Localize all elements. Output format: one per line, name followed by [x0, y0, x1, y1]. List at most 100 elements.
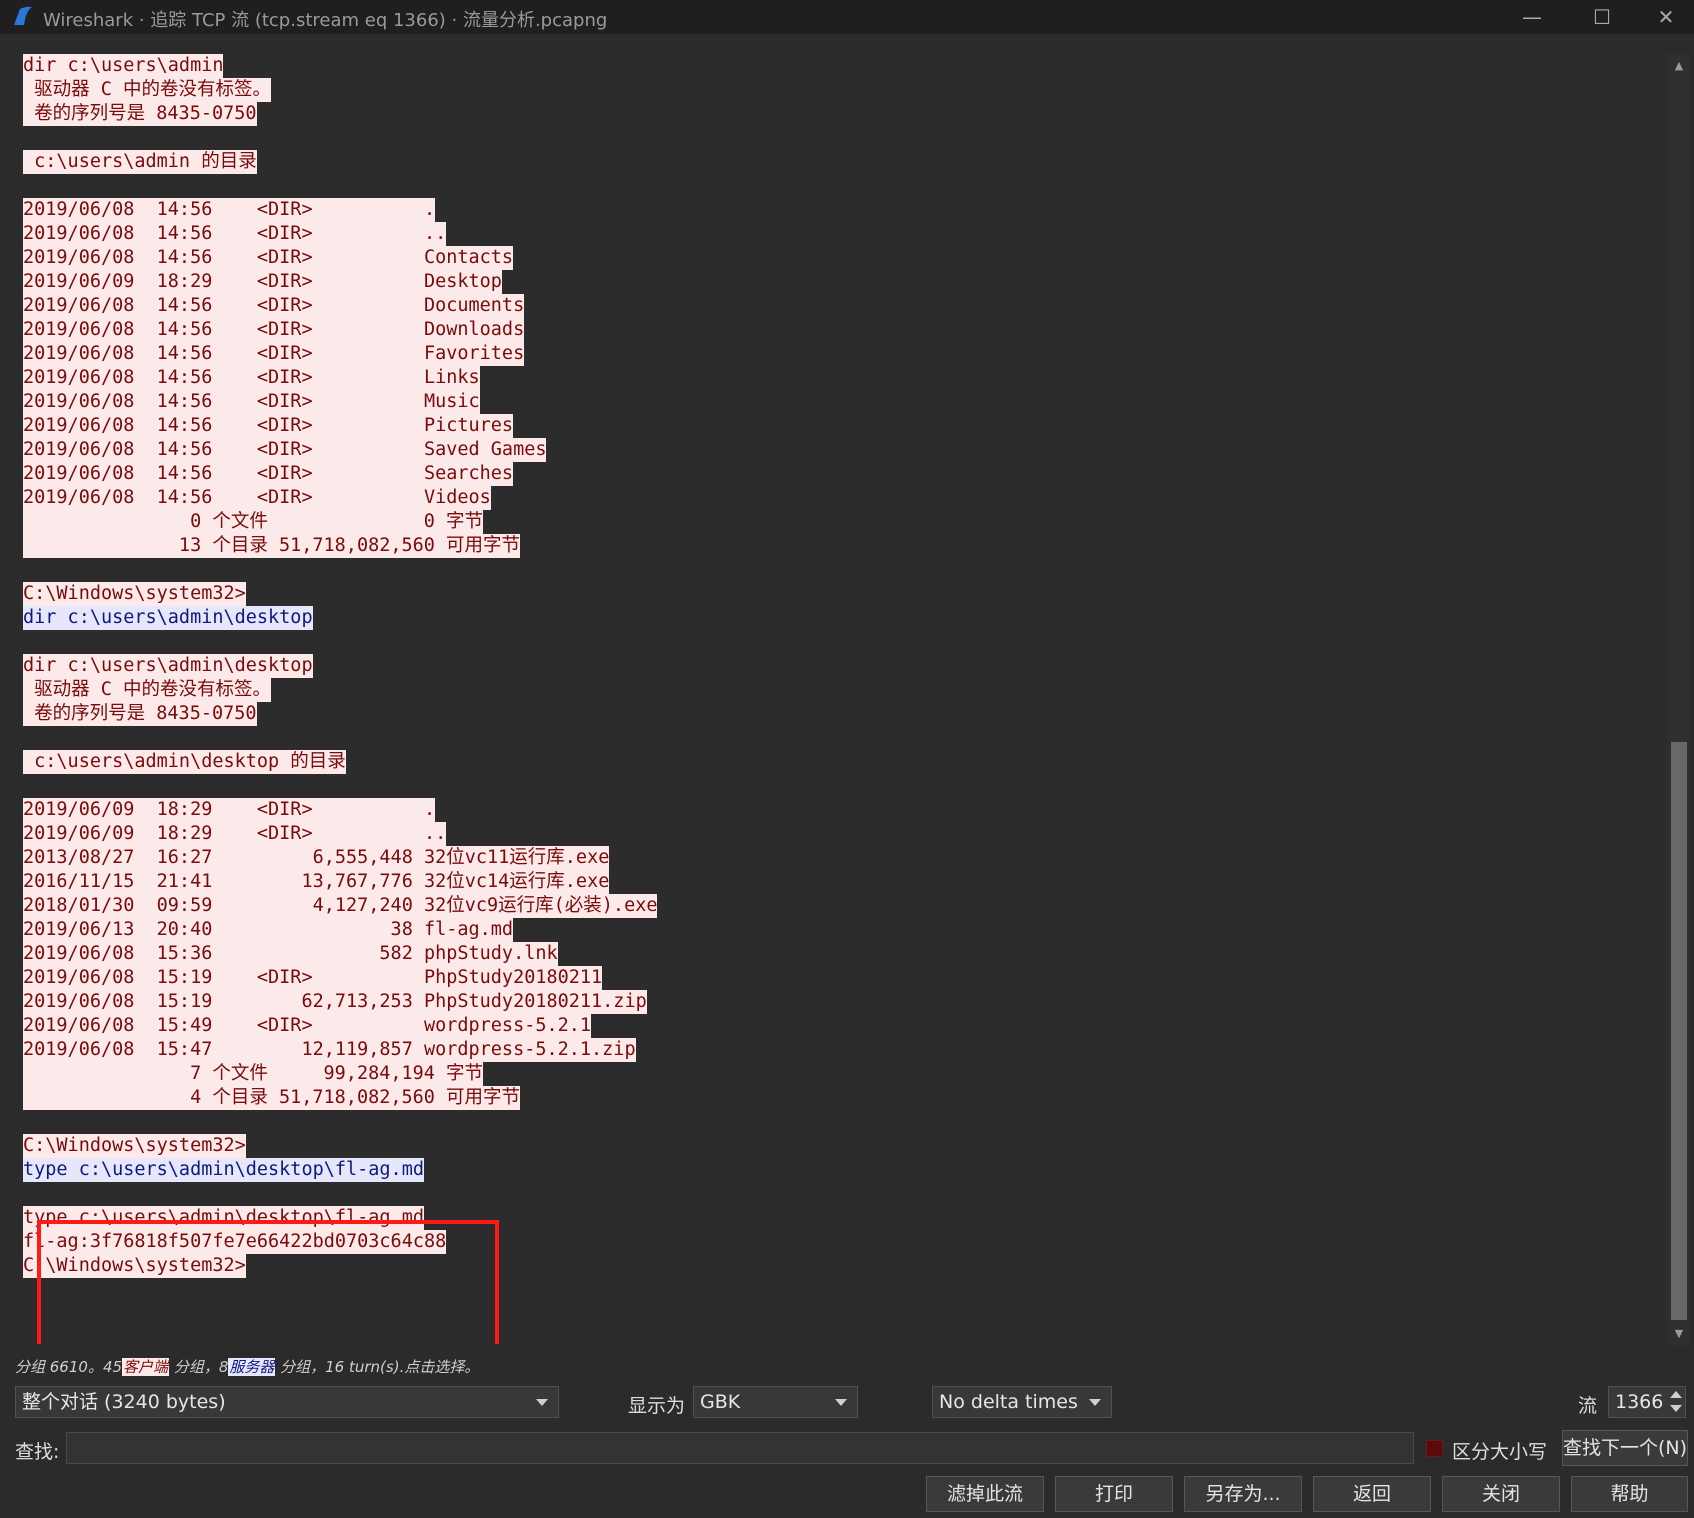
client-tag: 客户端 [122, 1358, 170, 1376]
show-as-label: 显示为 [628, 1395, 686, 1417]
summary-text-1: 分组 6610。45 [15, 1358, 123, 1376]
stream-line: 2019/06/08 14:56 <DIR> Saved Games [23, 438, 657, 462]
scroll-down-icon[interactable]: ▼ [1671, 1326, 1687, 1342]
stream-line: 2013/08/27 16:27 6,555,448 32位vc11运行库.ex… [23, 846, 657, 870]
stream-line [23, 558, 657, 582]
client-text: 13 个目录 51,718,082,560 可用字节 [23, 534, 521, 558]
client-text: C:\Windows\system32> [23, 1134, 246, 1158]
save-as-button[interactable]: 另存为... [1184, 1476, 1302, 1512]
stream-number-spinbox[interactable]: 1366 [1608, 1386, 1686, 1418]
client-text: 2019/06/08 15:36 582 phpStudy.lnk [23, 942, 558, 966]
chevron-down-icon [536, 1399, 548, 1406]
close-icon[interactable]: ✕ [1638, 0, 1694, 34]
stream-line: 2019/06/08 15:19 62,713,253 PhpStudy2018… [23, 990, 657, 1014]
spin-arrows[interactable] [1669, 1389, 1683, 1415]
maximize-icon[interactable]: ☐ [1574, 0, 1630, 34]
client-text: 2016/11/15 21:41 13,767,776 32位vc14运行库.e… [23, 870, 610, 894]
stream-line: type c:\users\admin\desktop\fl-ag.md [23, 1158, 657, 1182]
stream-lines: dir c:\users\admin 驱动器 C 中的卷没有标签。 卷的序列号是… [23, 54, 658, 1278]
close-button[interactable]: 关闭 [1442, 1476, 1560, 1512]
stream-line: 2019/06/08 14:56 <DIR> Music [23, 390, 657, 414]
stream-line: 2019/06/08 14:56 <DIR> Documents [23, 294, 657, 318]
chevron-down-icon [1089, 1399, 1101, 1406]
client-text: 2019/06/08 14:56 <DIR> Favorites [23, 342, 525, 366]
stream-line: 2019/06/08 14:56 <DIR> . [23, 198, 657, 222]
client-text: 2019/06/08 15:19 <DIR> PhpStudy20180211 [23, 966, 603, 990]
back-button[interactable]: 返回 [1313, 1476, 1431, 1512]
scroll-thumb[interactable] [1671, 742, 1687, 1320]
encoding-select-value: GBK [700, 1391, 741, 1413]
stream-label: 流 [1578, 1395, 1598, 1417]
stream-line [23, 1182, 657, 1206]
stream-line [23, 774, 657, 798]
client-text: 卷的序列号是 8435-0750 [23, 702, 257, 726]
spin-up-icon[interactable] [1670, 1391, 1682, 1398]
client-text: 驱动器 C 中的卷没有标签。 [23, 78, 272, 102]
stream-line: 2019/06/08 15:19 <DIR> PhpStudy20180211 [23, 966, 657, 990]
stream-line: 2019/06/08 14:56 <DIR> Contacts [23, 246, 657, 270]
client-text: c:\users\admin\desktop 的目录 [23, 750, 346, 774]
server-text: dir c:\users\admin\desktop [23, 606, 313, 630]
stream-line: 2019/06/08 15:36 582 phpStudy.lnk [23, 942, 657, 966]
stream-line: 2019/06/09 18:29 <DIR> . [23, 798, 657, 822]
print-button[interactable]: 打印 [1055, 1476, 1173, 1512]
stream-line: 2019/06/08 14:56 <DIR> Searches [23, 462, 657, 486]
stream-line: 2019/06/09 18:29 <DIR> .. [23, 822, 657, 846]
stream-line: 卷的序列号是 8435-0750 [23, 702, 657, 726]
stream-line: 驱动器 C 中的卷没有标签。 [23, 78, 657, 102]
stream-line [23, 1110, 657, 1134]
stream-line: 2019/06/08 15:49 <DIR> wordpress-5.2.1 [23, 1014, 657, 1038]
vertical-scrollbar[interactable]: ▲ ▼ [1668, 54, 1690, 1346]
stream-line: 2016/11/15 21:41 13,767,776 32位vc14运行库.e… [23, 870, 657, 894]
client-text: C:\Windows\system32> [23, 582, 246, 606]
wireshark-fin-icon [14, 6, 32, 25]
filter-out-stream-button[interactable]: 滤掉此流 [926, 1476, 1044, 1512]
stream-line: c:\users\admin 的目录 [23, 150, 657, 174]
stream-content[interactable]: dir c:\users\admin 驱动器 C 中的卷没有标签。 卷的序列号是… [20, 54, 1668, 1344]
scroll-up-icon[interactable]: ▲ [1671, 58, 1687, 74]
find-label: 查找: [15, 1441, 60, 1463]
client-text: 2019/06/08 14:56 <DIR> Contacts [23, 246, 514, 270]
server-text: type c:\users\admin\desktop\fl-ag.md [23, 1158, 424, 1182]
delta-times-select[interactable]: No delta times [932, 1386, 1112, 1418]
stream-line: 2019/06/08 14:56 <DIR> Videos [23, 486, 657, 510]
packet-summary[interactable]: 分组 6610。45客户端 分组，8服务器 分组，16 turn(s).点击选择… [15, 1356, 479, 1377]
client-text: 2019/06/09 18:29 <DIR> Desktop [23, 270, 502, 294]
stream-line: 4 个目录 51,718,082,560 可用字节 [23, 1086, 657, 1110]
stream-line: 0 个文件 0 字节 [23, 510, 657, 534]
stream-line: 2019/06/08 14:56 <DIR> Favorites [23, 342, 657, 366]
spin-down-icon[interactable] [1670, 1405, 1682, 1412]
window-title: Wireshark · 追踪 TCP 流 (tcp.stream eq 1366… [43, 10, 608, 31]
stream-line: 2019/06/08 14:56 <DIR> Links [23, 366, 657, 390]
stream-line: 卷的序列号是 8435-0750 [23, 102, 657, 126]
stream-line: 13 个目录 51,718,082,560 可用字节 [23, 534, 657, 558]
stream-line: C:\Windows\system32> [23, 1134, 657, 1158]
find-input[interactable] [66, 1432, 1414, 1464]
client-text: 0 个文件 0 字节 [23, 510, 484, 534]
stream-line [23, 630, 657, 654]
chevron-down-icon [835, 1399, 847, 1406]
highlight-box [37, 1220, 499, 1344]
client-text: 卷的序列号是 8435-0750 [23, 102, 257, 126]
server-tag: 服务器 [228, 1358, 276, 1376]
stream-line: 2019/06/09 18:29 <DIR> Desktop [23, 270, 657, 294]
client-text: 2019/06/08 14:56 <DIR> Music [23, 390, 480, 414]
case-sensitive-checkbox[interactable] [1426, 1440, 1443, 1457]
help-button[interactable]: 帮助 [1571, 1476, 1688, 1512]
encoding-select[interactable]: GBK [693, 1386, 858, 1418]
client-text: 4 个目录 51,718,082,560 可用字节 [23, 1086, 521, 1110]
client-text: 2013/08/27 16:27 6,555,448 32位vc11运行库.ex… [23, 846, 610, 870]
case-sensitive-label: 区分大小写 [1452, 1441, 1548, 1463]
minimize-icon[interactable]: — [1504, 0, 1560, 34]
client-text: 2019/06/09 18:29 <DIR> . [23, 798, 436, 822]
stream-line [23, 726, 657, 750]
client-text: 2019/06/13 20:40 38 fl-ag.md [23, 918, 514, 942]
title-bar: Wireshark · 追踪 TCP 流 (tcp.stream eq 1366… [0, 0, 1694, 34]
client-text: 7 个文件 99,284,194 字节 [23, 1062, 484, 1086]
client-text: 2019/06/08 14:56 <DIR> Searches [23, 462, 514, 486]
client-text: 2019/06/08 14:56 <DIR> Documents [23, 294, 525, 318]
client-text: 2019/06/08 14:56 <DIR> . [23, 198, 436, 222]
conversation-select[interactable]: 整个对话 (3240 bytes) [15, 1386, 559, 1418]
client-text: 2019/06/09 18:29 <DIR> .. [23, 822, 447, 846]
find-next-button[interactable]: 查找下一个(N) [1562, 1430, 1688, 1466]
